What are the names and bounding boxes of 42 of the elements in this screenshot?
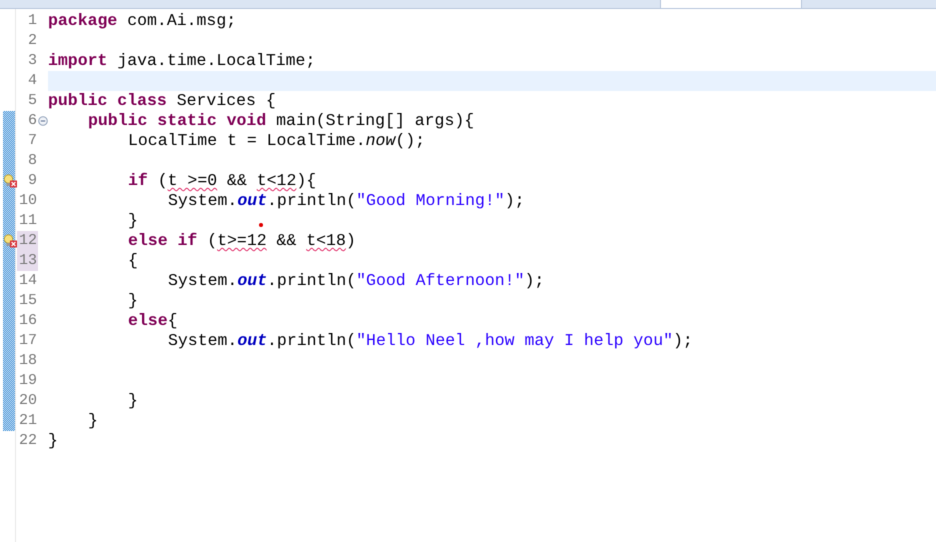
code-line: else{ — [128, 311, 178, 331]
code-line: LocalTime t = LocalTime.now(); — [128, 131, 426, 151]
line-number: 19 — [18, 371, 38, 391]
code-line: } — [128, 291, 138, 311]
line-number: 13 — [17, 251, 38, 271]
line-number: 12 — [17, 231, 38, 251]
code-line: public class Services { — [48, 91, 276, 111]
line-number: 16 — [18, 311, 38, 331]
line-number: 8 — [26, 151, 38, 171]
line-number: 1 — [26, 11, 38, 31]
line-number: 18 — [18, 351, 38, 371]
code-line: if (t >=0 && t<12){ — [128, 171, 316, 191]
line-number: 5 — [26, 91, 38, 111]
code-line: } — [128, 211, 138, 231]
line-number: 2 — [26, 31, 38, 51]
line-number: 11 — [18, 211, 38, 231]
code-line: else if (t>=12 && t<18) — [128, 231, 356, 251]
line-number: 14 — [18, 271, 38, 291]
line-number: 6 — [26, 111, 38, 131]
line-number: 9 — [26, 171, 38, 191]
line-number: 3 — [26, 51, 38, 71]
code-line: System.out.println("Hello Neel ,how may I help you"); — [168, 331, 693, 351]
line-number: 22 — [18, 431, 38, 451]
line-number: 20 — [18, 391, 38, 411]
collapse-icon[interactable] — [38, 116, 48, 126]
code-line: } — [88, 411, 98, 431]
lightbulb-error-icon[interactable] — [3, 174, 17, 188]
line-number: 10 — [18, 191, 38, 211]
code-line: { — [128, 251, 138, 271]
code-line: System.out.println("Good Afternoon!"); — [168, 271, 544, 291]
line-number: 4 — [26, 71, 38, 91]
code-line: System.out.println("Good Morning!"); — [168, 191, 524, 211]
code-line: } — [128, 391, 138, 411]
line-number: 7 — [26, 131, 38, 151]
code-line: } — [48, 431, 58, 451]
line-number: 17 — [18, 331, 38, 351]
lightbulb-error-icon[interactable] — [3, 234, 17, 248]
code-line: import java.time.LocalTime; — [48, 51, 316, 71]
code-line: public static void main(String[] args){ — [88, 111, 474, 131]
code-line: package com.Ai.msg; — [48, 11, 236, 31]
line-number: 15 — [18, 291, 38, 311]
line-number: 21 — [18, 411, 38, 431]
